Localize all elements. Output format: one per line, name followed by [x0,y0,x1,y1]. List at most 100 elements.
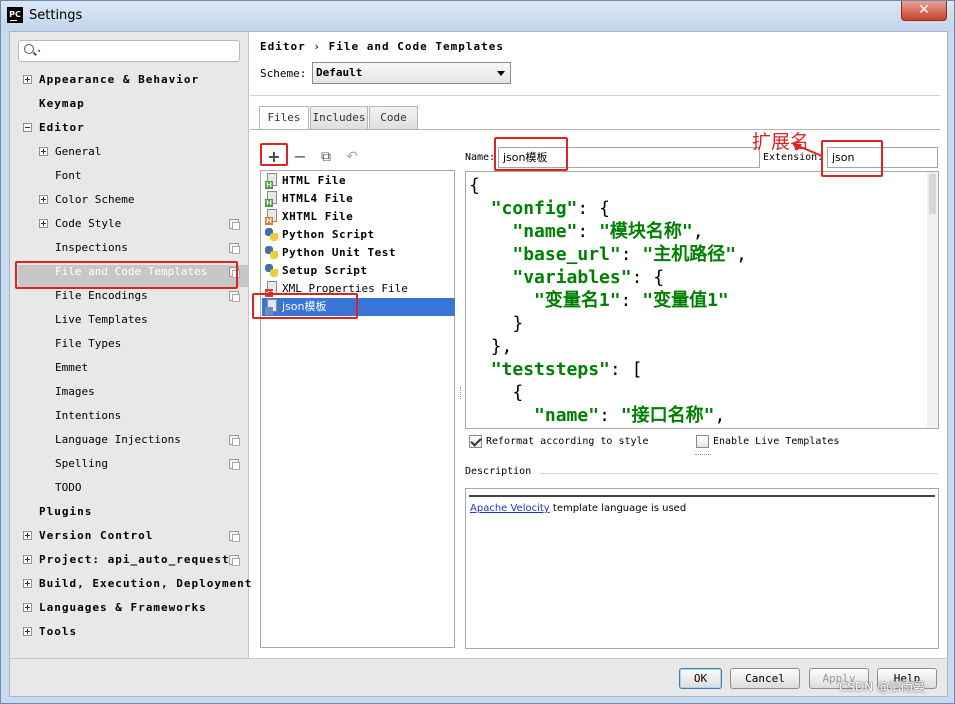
expand-icon[interactable] [39,195,48,204]
apache-velocity-link[interactable]: Apache Velocity [470,503,550,514]
template-item[interactable]: Python Unit Test [262,244,455,262]
dialog-button-bar: OK Cancel Apply Help [10,658,947,696]
live-templates-label: Enable Live Templates [713,436,840,447]
sidebar-item-label: Version Control [39,529,154,542]
expand-icon[interactable] [39,219,48,228]
sidebar-item-plugins[interactable]: Plugins [10,502,249,522]
window-title: Settings [29,8,83,23]
sidebar-item-keymap[interactable]: Keymap [10,94,249,114]
annotation-box-name [494,137,568,171]
editor-scrollbar[interactable] [927,172,938,428]
expand-icon[interactable] [23,603,32,612]
template-item-label: HTML File [282,174,347,187]
title-bar: PC Settings ✕ [1,1,954,31]
sidebar-item-file-types[interactable]: File Types [10,334,249,354]
template-item[interactable]: Setup Script [262,262,455,280]
sidebar-item-color-scheme[interactable]: Color Scheme [10,190,249,210]
sidebar-item-images[interactable]: Images [10,382,249,402]
remove-template-button[interactable]: − [291,148,309,166]
description-divider [540,473,938,474]
template-toolbar: + − ⧉ ↶ [260,146,455,168]
expand-icon[interactable] [23,75,32,84]
code-line: "base_url": "主机路径", [512,244,747,265]
ok-button[interactable]: OK [679,668,722,689]
sidebar-item-label: Keymap [39,97,85,110]
sidebar-item-live-templates[interactable]: Live Templates [10,310,249,330]
expand-icon[interactable] [23,627,32,636]
settings-sidebar: ▾ Appearance & Behavior Keymap Editor Gener… [10,32,251,658]
sidebar-item-languages-frameworks[interactable]: Languages & Frameworks [10,598,249,618]
description-rule [469,495,935,497]
splitter-handle[interactable] [460,387,463,399]
breadcrumb-page: File and Code Templates [328,40,504,53]
expand-icon[interactable] [23,579,32,588]
sidebar-item-language-injections[interactable]: Language Injections [10,430,249,450]
description-suffix: template language is used [549,503,687,514]
sidebar-item-label: Font [55,169,82,182]
sidebar-item-label: Editor [39,121,85,134]
sidebar-item-emmet[interactable]: Emmet [10,358,249,378]
sidebar-item-spelling[interactable]: Spelling [10,454,249,474]
annotation-box-json-template [252,293,358,319]
template-item-label: HTML4 File [282,192,354,205]
sidebar-item-appearance-behavior[interactable]: Appearance & Behavior [10,70,249,90]
sidebar-item-label: Intentions [55,409,122,422]
expand-icon[interactable] [23,531,32,540]
reformat-checkbox[interactable] [469,435,482,448]
resize-handle[interactable] [695,454,711,456]
reset-template-button[interactable]: ↶ [343,148,361,166]
sidebar-item-code-style[interactable]: Code Style [10,214,249,234]
tab-code[interactable]: Code [369,106,418,129]
name-label: Name: [465,152,496,163]
code-line: } [512,313,524,334]
close-button[interactable]: ✕ [901,1,947,21]
search-dropdown-icon[interactable]: ▾ [37,47,41,55]
tab-files[interactable]: Files [259,106,309,130]
expand-icon[interactable] [23,555,32,564]
tab-includes[interactable]: Includes [310,106,368,129]
sidebar-item-inspections[interactable]: Inspections [10,238,249,258]
editor-scrollbar-thumb[interactable] [929,174,936,214]
project-scope-icon [229,555,240,566]
python-icon [265,246,278,259]
sidebar-item-general[interactable]: General [10,142,249,162]
python-icon [265,228,278,241]
expand-icon[interactable] [39,147,48,156]
template-list: H HTML File H HTML4 File H XHTML File Python S… [260,170,455,648]
annotation-arrow-icon [792,143,823,157]
project-scope-icon [229,435,240,446]
template-item[interactable]: H XHTML File [262,208,455,226]
sidebar-item-label: File Types [55,337,122,350]
template-item[interactable]: H HTML4 File [262,190,455,208]
sidebar-item-label: Plugins [39,505,93,518]
sidebar-item-build-execution-deployment[interactable]: Build, Execution, Deployment [10,574,251,594]
description-text: Apache Velocity template language is use… [470,503,686,514]
tab-panel-border [250,129,940,130]
csdn-watermark: CSDN @彭雨晏 [839,680,926,694]
template-item[interactable]: H HTML File [262,172,455,190]
live-templates-checkbox[interactable] [696,435,709,448]
sidebar-item-tools[interactable]: Tools [10,622,249,642]
sidebar-item-file-encodings[interactable]: File Encodings [10,286,249,306]
code-line: "config": { [490,198,610,219]
collapse-icon[interactable] [23,123,32,132]
template-item-label: XHTML File [282,210,354,223]
sidebar-item-intentions[interactable]: Intentions [10,406,249,426]
sidebar-item-version-control[interactable]: Version Control [10,526,249,546]
sidebar-item-todo[interactable]: TODO [10,478,249,498]
settings-search-input[interactable]: ▾ [18,40,240,62]
annotation-box-extension [821,140,883,177]
cancel-button[interactable]: Cancel [730,668,800,689]
sidebar-item-editor[interactable]: Editor [10,118,249,138]
template-item[interactable]: Python Script [262,226,455,244]
pycharm-app-icon: PC [7,7,23,23]
sidebar-item-label: Languages & Frameworks [39,601,207,614]
sidebar-item-font[interactable]: Font [10,166,249,186]
code-line: "name": "模块名称", [512,221,704,242]
template-code-editor[interactable]: { "config": { "name": "模块名称", "base_url"… [465,171,939,429]
copy-template-button[interactable]: ⧉ [317,148,335,166]
project-scope-icon [229,291,240,302]
scheme-dropdown[interactable]: Default [312,62,511,84]
html-file-icon: H [265,173,279,189]
sidebar-item-project-api-auto-requests[interactable]: Project: api_auto_requests [10,550,249,570]
